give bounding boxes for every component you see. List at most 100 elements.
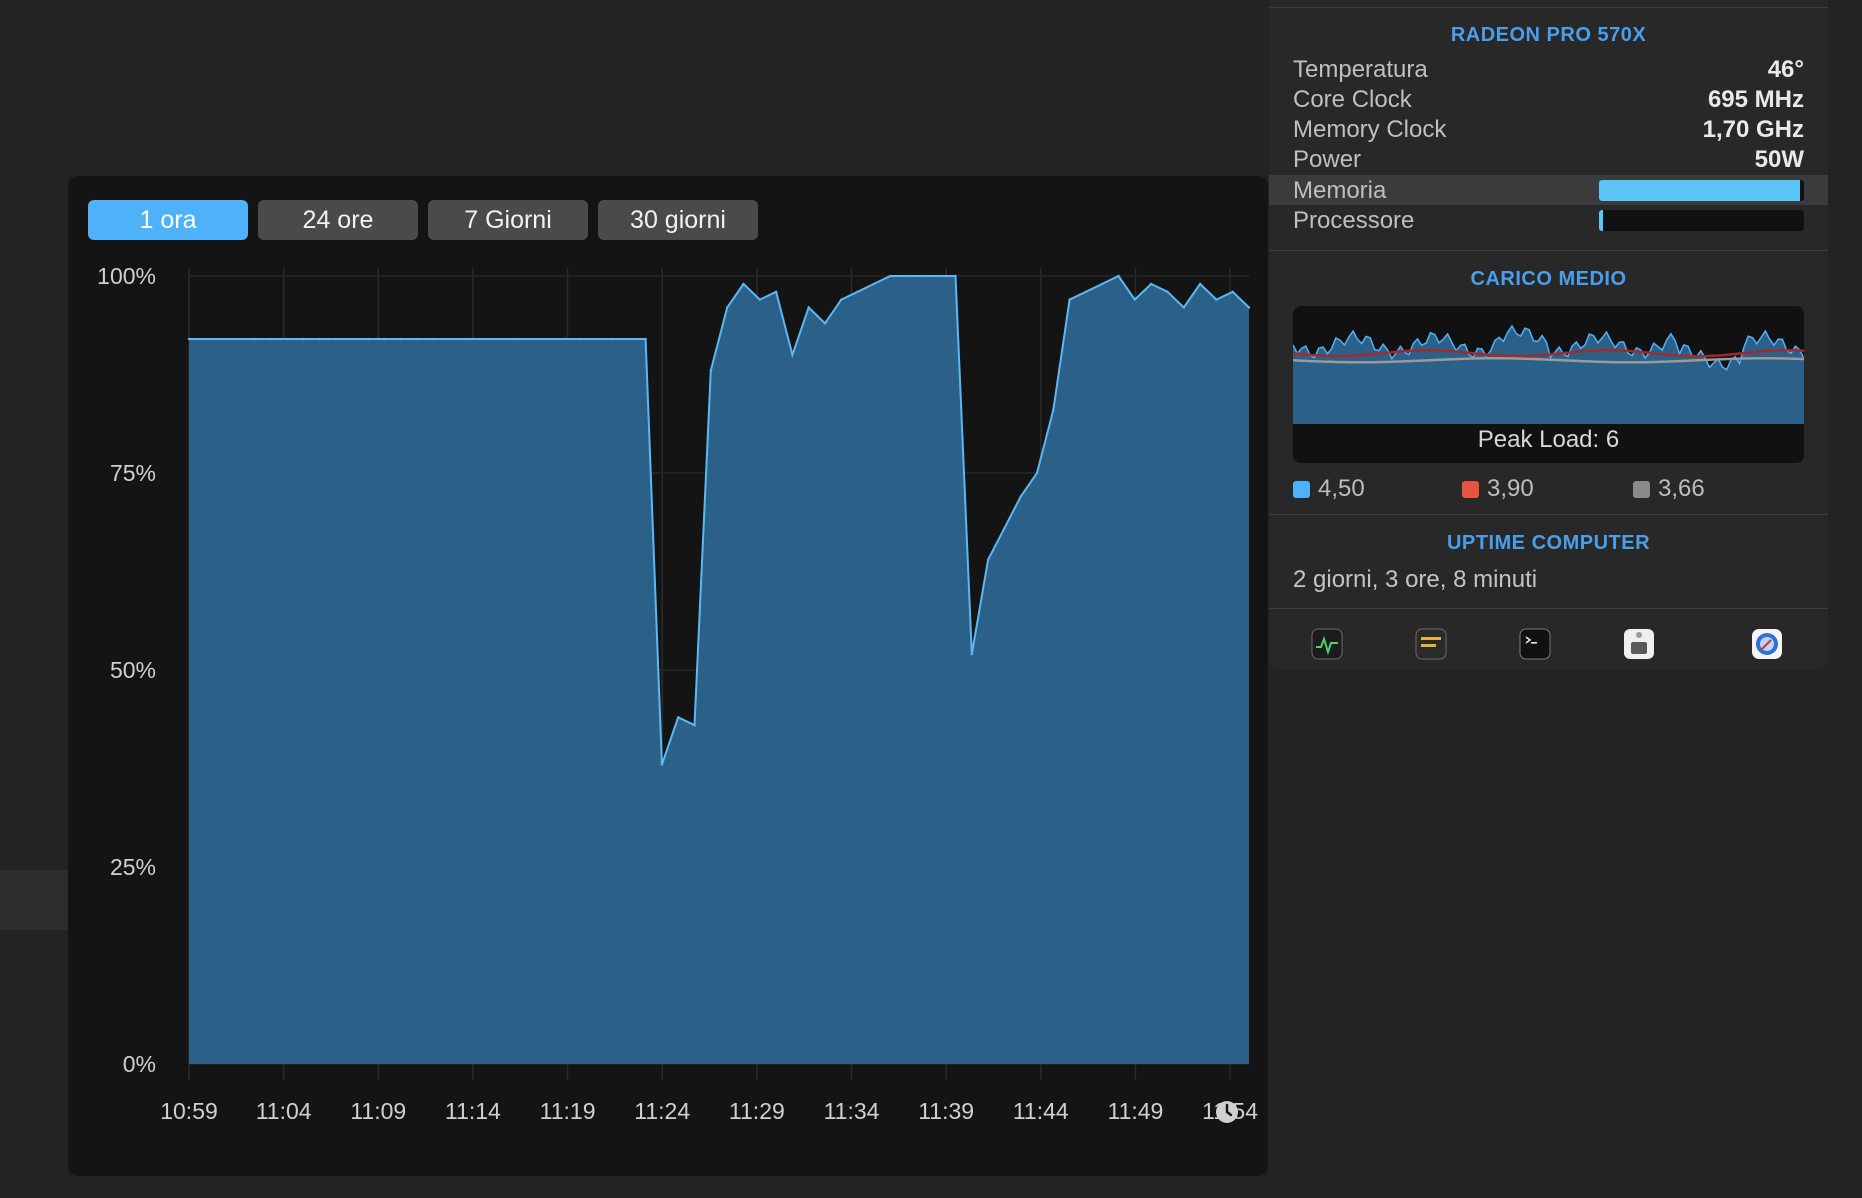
- memoria-bar-fill: [1599, 180, 1800, 201]
- data-point: [1084, 290, 1088, 293]
- data-point: [742, 282, 745, 286]
- gpu-row-value: 46°: [1767, 56, 1804, 83]
- data-point: [1198, 282, 1202, 286]
- gpu-row-label: Core Clock: [1293, 86, 1412, 113]
- data-point: [889, 274, 892, 278]
- data-point: [220, 337, 223, 341]
- data-point: [856, 290, 859, 293]
- data-point: [204, 337, 207, 341]
- legend-value: 4,50: [1318, 475, 1365, 502]
- data-point: [938, 274, 941, 278]
- data-point: [432, 337, 435, 341]
- data-point: [970, 653, 973, 656]
- clock-icon[interactable]: [1215, 1100, 1239, 1124]
- data-point: [840, 298, 843, 301]
- stats-panel: RADEON PRO 570X Temperatura 46° Core Clo…: [1269, 0, 1828, 670]
- data-point: [1068, 298, 1071, 301]
- data-point: [1133, 298, 1137, 301]
- system-information-icon[interactable]: [1623, 628, 1655, 660]
- uptime-title: UPTIME COMPUTER: [1446, 532, 1651, 554]
- data-point: [1150, 282, 1153, 286]
- y-tick-label: 50%: [110, 657, 156, 683]
- y-tick-label: 100%: [97, 263, 156, 289]
- load-legend-15min: 3,66: [1633, 474, 1705, 504]
- data-point: [383, 337, 386, 341]
- data-point: [660, 763, 664, 766]
- gpu-row-value: 695 MHz: [1707, 86, 1804, 113]
- data-point: [595, 337, 598, 341]
- memoria-bar: [1599, 180, 1804, 201]
- gpu-row-label: Memory Clock: [1293, 116, 1447, 143]
- data-point: [350, 337, 354, 341]
- gpu-row-processore[interactable]: Processore: [1269, 205, 1828, 235]
- disk-utility-icon[interactable]: [1751, 628, 1783, 660]
- load-area: [1293, 326, 1804, 424]
- data-point: [579, 337, 582, 341]
- data-point: [1003, 527, 1006, 530]
- gpu-row-temperature: Temperatura 46°: [1269, 54, 1828, 84]
- data-point: [1182, 306, 1186, 309]
- load-title: CARICO MEDIO: [1470, 268, 1627, 290]
- data-point: [269, 337, 272, 341]
- gpu-row-label: Power: [1293, 146, 1362, 173]
- processore-bar: [1599, 210, 1804, 231]
- gpu-row-memoria[interactable]: Memoria: [1269, 175, 1828, 205]
- data-point: [1052, 408, 1055, 412]
- data-point: [302, 337, 305, 341]
- memoria-label: Memoria: [1293, 177, 1387, 204]
- gpu-title: RADEON PRO 570X: [1450, 24, 1647, 46]
- data-point: [497, 337, 500, 341]
- terminal-icon[interactable]: [1519, 628, 1551, 660]
- data-point: [1035, 471, 1039, 475]
- x-tick-label: 10:59: [160, 1098, 218, 1124]
- data-point: [562, 337, 566, 341]
- x-tick-label: 11:24: [634, 1098, 690, 1124]
- y-tick-label: 25%: [110, 854, 156, 880]
- data-point: [546, 337, 549, 341]
- uptime-value: 2 giorni, 3 ore, 8 minuti: [1293, 566, 1538, 593]
- data-point: [872, 282, 876, 286]
- gpu-row-memory-clock: Memory Clock 1,70 GHz: [1269, 114, 1828, 144]
- data-point: [530, 337, 533, 341]
- x-tick-label: 11:09: [350, 1098, 406, 1124]
- activity-monitor-icon[interactable]: [1311, 628, 1343, 660]
- gpu-row-label: Temperatura: [1293, 56, 1428, 83]
- data-point: [1019, 495, 1022, 498]
- processore-bar-fill: [1599, 210, 1604, 231]
- section-divider: [1269, 608, 1828, 609]
- data-point: [823, 322, 827, 325]
- data-point: [628, 337, 631, 341]
- legend-swatch-blue: [1293, 480, 1310, 498]
- background-window-strip: [0, 870, 68, 930]
- data-point: [236, 337, 240, 341]
- data-point: [1117, 274, 1120, 278]
- x-tick-label: 11:04: [256, 1098, 312, 1124]
- data-point: [905, 274, 908, 278]
- legend-swatch-gray: [1633, 480, 1650, 498]
- history-chart-window: 1 ora 24 ore 7 Giorni 30 giorni 100% 75% 5…: [68, 176, 1268, 1176]
- usage-area: [189, 276, 1249, 1064]
- data-point: [774, 290, 778, 293]
- gpu-row-value: 50W: [1754, 146, 1804, 173]
- console-icon[interactable]: [1415, 628, 1447, 660]
- data-point: [481, 337, 484, 341]
- y-tick-label: 0%: [123, 1051, 156, 1077]
- load-legend-5min: 3,90: [1462, 474, 1534, 504]
- data-point: [416, 337, 419, 341]
- data-point: [954, 274, 957, 278]
- legend-value: 3,66: [1658, 475, 1705, 502]
- y-tick-label: 75%: [110, 460, 156, 486]
- legend-swatch-red: [1462, 480, 1479, 498]
- load-graph-svg: [1293, 324, 1804, 424]
- x-tick-label: 11:14: [445, 1098, 501, 1124]
- data-point: [334, 337, 337, 341]
- gpu-row-value: 1,70 GHz: [1702, 116, 1804, 143]
- data-point: [791, 353, 794, 356]
- data-point: [399, 337, 403, 341]
- data-point: [465, 337, 468, 341]
- section-divider: [1269, 514, 1828, 515]
- load-legend-1min: 4,50: [1293, 474, 1365, 504]
- data-point: [807, 306, 810, 309]
- data-point: [318, 337, 321, 341]
- data-point: [726, 306, 729, 309]
